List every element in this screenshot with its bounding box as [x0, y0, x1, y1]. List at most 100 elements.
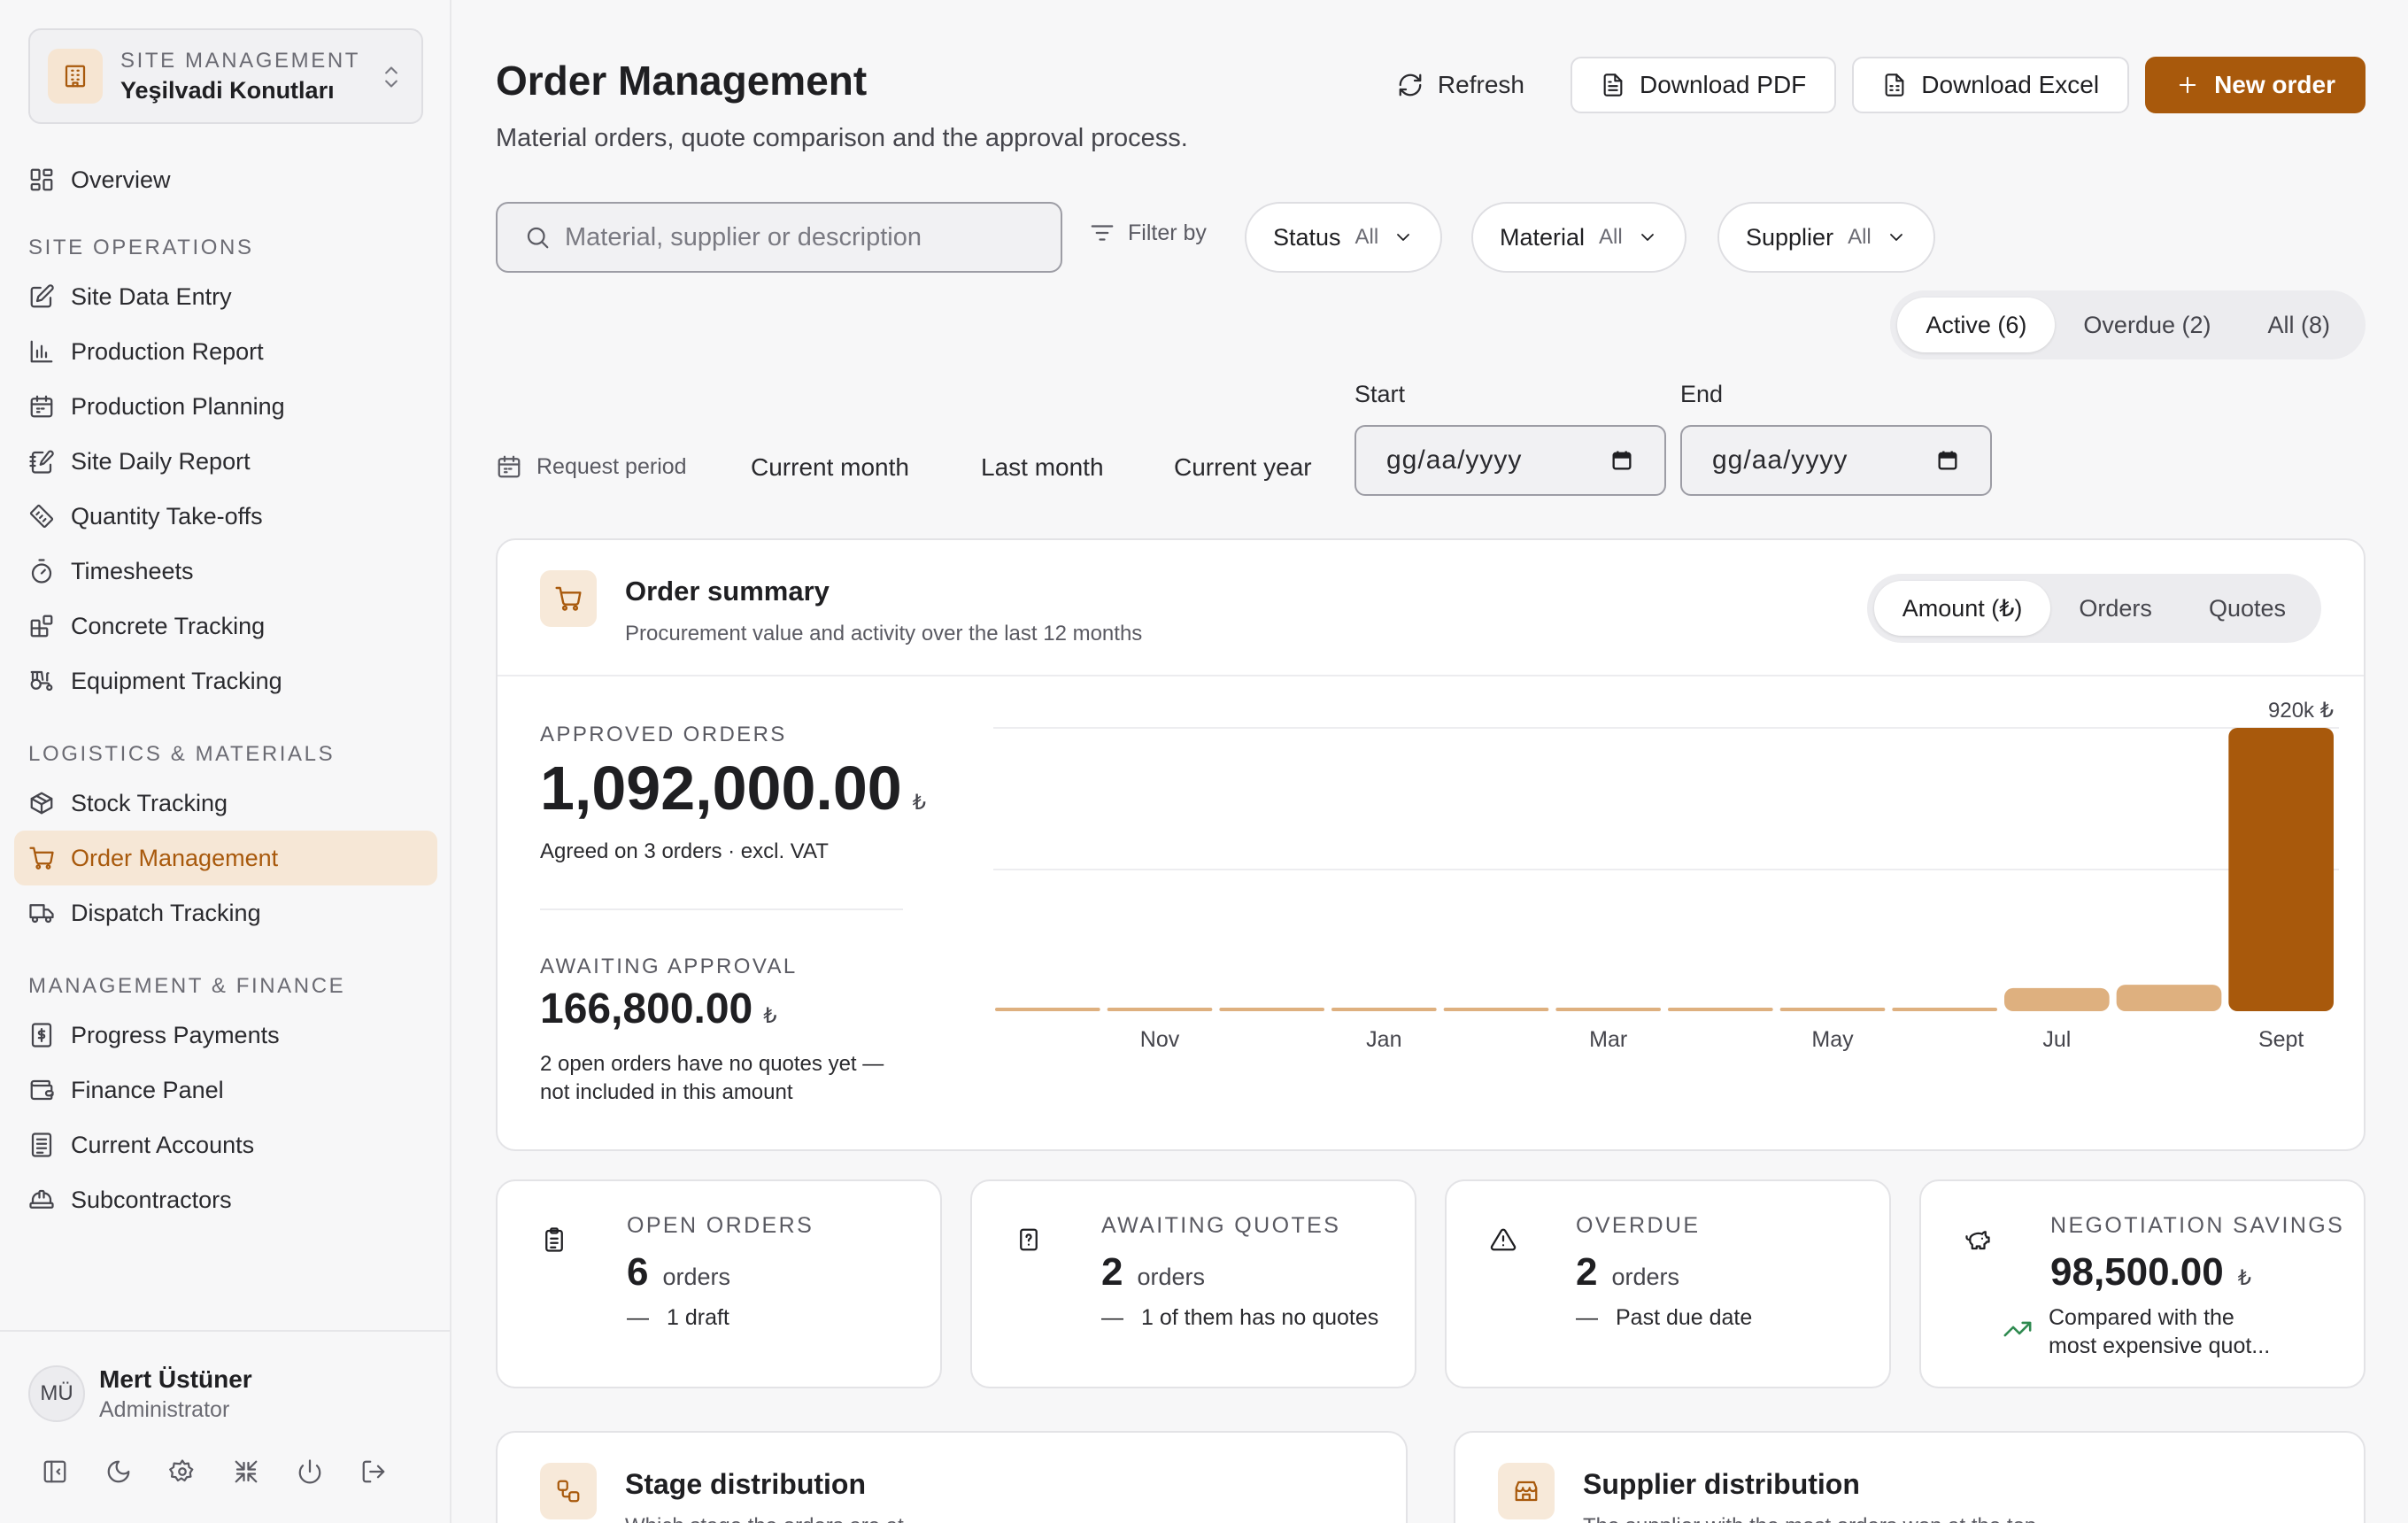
awaiting-approval-label: AWAITING APPROVAL	[540, 955, 798, 978]
gear-icon[interactable]	[166, 1456, 198, 1488]
start-date-input[interactable]: gg/aa/yyyy	[1354, 425, 1666, 496]
filter-by-label: Filter by	[1089, 220, 1207, 246]
user-toolbar	[39, 1456, 390, 1488]
plus-icon	[2179, 76, 2196, 94]
bar-mar[interactable]	[1555, 1008, 1661, 1011]
sidebar-item-label: Subcontractors	[71, 1186, 232, 1213]
bar-apr[interactable]	[1668, 1008, 1773, 1011]
bar-aug[interactable]	[2116, 985, 2222, 1011]
sidebar-item-concrete-tracking[interactable]: Concrete Tracking	[14, 599, 437, 653]
sidebar-item-label: Stock Tracking	[71, 789, 228, 816]
sidebar-item-production-report[interactable]: Production Report	[14, 324, 437, 379]
stat-open-orders[interactable]: OPEN ORDERS 6 orders — 1 draft	[496, 1179, 942, 1388]
collapse-sidebar-icon[interactable]	[39, 1456, 71, 1488]
page-title: Order Management	[496, 58, 868, 104]
stat-value: 2 orders	[1576, 1250, 1679, 1295]
end-date-input[interactable]: gg/aa/yyyy	[1680, 425, 1992, 496]
supplier-filter[interactable]: Supplier All	[1717, 202, 1935, 273]
sidebar-item-overview[interactable]: Overview	[14, 152, 437, 207]
x-tick-label: Mar	[1589, 1027, 1627, 1052]
sidebar-item-site-daily-report[interactable]: Site Daily Report	[14, 434, 437, 489]
sidebar-item-order-management[interactable]: Order Management	[14, 831, 437, 885]
stat-note: Compared with the most expensive quot...	[2003, 1303, 2270, 1360]
bar-sept[interactable]	[2228, 728, 2334, 1011]
bar-oct[interactable]	[995, 1008, 1100, 1011]
search-box	[496, 202, 1062, 273]
bar-jun[interactable]	[1892, 1008, 1997, 1011]
stat-negotiation-savings[interactable]: NEGOTIATION SAVINGS 98,500.00 ₺ Compared …	[1919, 1179, 2366, 1388]
download-pdf-button[interactable]: Download PDF	[1570, 57, 1837, 113]
sidebar-item-label: Timesheets	[71, 557, 194, 584]
bar-jul[interactable]	[2004, 987, 2110, 1011]
moon-icon[interactable]	[103, 1456, 135, 1488]
site-name: Yeşilvadi Konutları	[120, 76, 335, 104]
tab-orders[interactable]: Orders	[2050, 581, 2180, 636]
tab-amount[interactable]: Amount (₺)	[1873, 581, 2051, 636]
sidebar-item-timesheets[interactable]: Timesheets	[14, 544, 437, 599]
period-current-year[interactable]: Current year	[1174, 453, 1312, 482]
stat-number: 98,500.00	[2050, 1250, 2224, 1294]
bar-chart-icon	[30, 340, 53, 363]
bar-nov[interactable]	[1107, 1008, 1213, 1011]
status-filter-name: Status	[1273, 223, 1341, 251]
period-last-month[interactable]: Last month	[981, 453, 1104, 482]
receipt-icon	[31, 1023, 52, 1048]
download-excel-button[interactable]: Download Excel	[1852, 57, 2130, 113]
site-switcher[interactable]: SITE MANAGEMENT Yeşilvadi Konutları	[28, 28, 423, 124]
bar-may[interactable]	[1779, 1008, 1886, 1011]
stage-distribution-subtitle: Which stage the orders are at	[625, 1514, 904, 1523]
sidebar-item-current-accounts[interactable]: Current Accounts	[14, 1117, 437, 1172]
sidebar-item-production-planning[interactable]: Production Planning	[14, 379, 437, 434]
tab-active[interactable]: Active (6)	[1897, 298, 2056, 352]
awaiting-note-line-2: not included in this amount	[540, 1080, 793, 1104]
new-order-button[interactable]: New order	[2145, 57, 2366, 113]
order-summary-card: Order summary Procurement value and acti…	[496, 538, 2366, 1151]
blocks-icon	[30, 615, 53, 638]
start-date-value: gg/aa/yyyy	[1386, 445, 1523, 475]
stat-unit: orders	[662, 1264, 731, 1290]
material-filter[interactable]: Material All	[1471, 202, 1686, 273]
sidebar-item-subcontractors[interactable]: Subcontractors	[14, 1172, 437, 1227]
sidebar-item-finance-panel[interactable]: Finance Panel	[14, 1063, 437, 1117]
user-name: Mert Üstüner	[99, 1365, 252, 1393]
avatar[interactable]: MÜ	[28, 1365, 85, 1422]
package-icon	[30, 792, 53, 815]
sidebar-item-quantity-take-offs[interactable]: Quantity Take-offs	[14, 489, 437, 544]
sidebar-item-label: Finance Panel	[71, 1076, 224, 1103]
bar-dec[interactable]	[1219, 1008, 1324, 1011]
sidebar-item-progress-payments[interactable]: Progress Payments	[14, 1008, 437, 1063]
search-input[interactable]	[565, 222, 1043, 252]
sidebar-item-equipment-tracking[interactable]: Equipment Tracking	[14, 653, 437, 708]
tab-overdue[interactable]: Overdue (2)	[2055, 298, 2239, 352]
x-tick-label: Jul	[2042, 1027, 2071, 1052]
sidebar-item-label: Site Daily Report	[71, 447, 251, 475]
stat-label: OVERDUE	[1576, 1213, 1701, 1238]
power-icon[interactable]	[294, 1456, 326, 1488]
nav-heading-site-operations: SITE OPERATIONS	[28, 236, 254, 259]
sidebar-item-site-data-entry[interactable]: Site Data Entry	[14, 269, 437, 324]
period-current-month[interactable]: Current month	[751, 453, 909, 482]
tab-quotes[interactable]: Quotes	[2180, 581, 2314, 636]
wallet-icon	[30, 1079, 54, 1101]
shopping-cart-icon	[540, 570, 597, 627]
material-filter-value: All	[1599, 225, 1623, 249]
bar-feb[interactable]	[1443, 1008, 1549, 1011]
chevrons-up-down-icon	[379, 62, 404, 92]
stat-awaiting-quotes[interactable]: AWAITING QUOTES 2 orders — 1 of them has n…	[970, 1179, 1416, 1388]
approved-orders-note: Agreed on 3 orders · excl. VAT	[540, 839, 829, 863]
calendar-icon	[498, 455, 521, 478]
bar-jan[interactable]	[1331, 1008, 1437, 1011]
tab-all[interactable]: All (8)	[2239, 298, 2358, 352]
summary-metric-tabs: Amount (₺) Orders Quotes	[1866, 574, 2321, 643]
sidebar-item-dispatch-tracking[interactable]: Dispatch Tracking	[14, 885, 437, 940]
store-icon	[1498, 1463, 1555, 1519]
status-filter[interactable]: Status All	[1245, 202, 1443, 273]
stat-note: — 1 of them has no quotes	[1101, 1303, 1378, 1332]
refresh-button[interactable]: Refresh	[1367, 57, 1555, 113]
sidebar-item-stock-tracking[interactable]: Stock Tracking	[14, 776, 437, 831]
supplier-filter-value: All	[1848, 225, 1872, 249]
logout-icon[interactable]	[358, 1456, 390, 1488]
trending-up-icon	[2003, 1321, 2032, 1337]
shrink-icon[interactable]	[230, 1456, 262, 1488]
stat-overdue[interactable]: OVERDUE 2 orders — Past due date	[1445, 1179, 1891, 1388]
